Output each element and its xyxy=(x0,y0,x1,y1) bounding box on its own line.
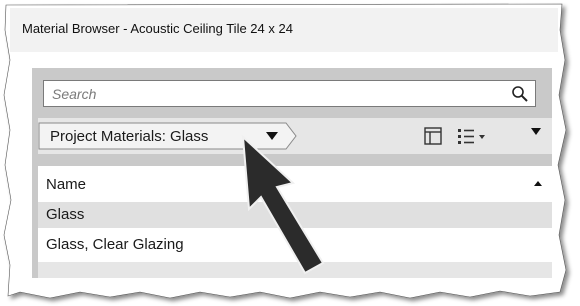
window-title: Material Browser - Acoustic Ceiling Tile… xyxy=(22,21,293,36)
sort-ascending-icon[interactable] xyxy=(534,181,542,186)
list-options-icon[interactable] xyxy=(457,127,487,145)
title-bar: Material Browser - Acoustic Ceiling Tile… xyxy=(10,8,558,52)
search-input[interactable]: Search xyxy=(43,80,536,107)
search-placeholder: Search xyxy=(52,86,97,102)
breadcrumb-label: Project Materials: Glass xyxy=(50,128,209,145)
search-icon[interactable] xyxy=(511,85,529,103)
pointer-arrow-icon xyxy=(241,135,325,275)
more-caret-icon[interactable] xyxy=(531,126,541,140)
list-item-label: Glass, Clear Glazing xyxy=(46,236,184,253)
column-header-name[interactable]: Name xyxy=(46,176,86,193)
panel-view-icon[interactable] xyxy=(424,127,442,145)
list-item-label: Glass xyxy=(46,206,85,223)
